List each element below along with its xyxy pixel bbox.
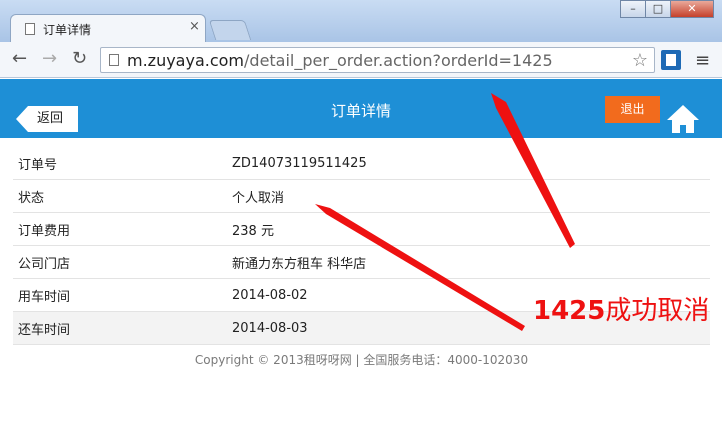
window-controls: – □ ✕ [620,0,714,20]
close-window-button[interactable]: ✕ [670,0,714,18]
detail-label: 订单费用 [13,212,232,246]
detail-value: 238 元 [232,212,710,246]
page-icon [109,54,119,66]
detail-label: 状态 [13,179,232,213]
table-row: 订单号 ZD14073119511425 [13,147,710,180]
browser-tab[interactable]: 订单详情 × [10,14,206,42]
detail-label: 订单号 [13,147,232,180]
extension-icon[interactable] [661,50,681,70]
reload-icon[interactable]: ↻ [72,48,87,69]
forward-arrow-icon[interactable]: → [42,48,57,69]
browser-toolbar: ← → ↻ m.zuyaya.com/detail_per_order.acti… [0,42,722,78]
menu-icon[interactable]: ≡ [695,50,710,71]
back-arrow-icon[interactable]: ← [12,48,27,69]
browser-titlebar: 订单详情 × – □ ✕ [0,0,722,42]
footer-copyright: Copyright © 2013租呀呀网 | 全国服务电话：4000-10203… [194,353,529,367]
address-bar[interactable]: m.zuyaya.com/detail_per_order.action?ord… [100,47,655,73]
detail-value: ZD14073119511425 [232,147,710,180]
annotation-text: 1425成功取消 [533,290,709,327]
table-row: 订单费用 238 元 [13,212,710,246]
maximize-button[interactable]: □ [645,0,671,18]
url-text: m.zuyaya.com/detail_per_order.action?ord… [127,51,553,70]
logout-button[interactable]: 退出 [605,96,660,123]
detail-label: 用车时间 [13,278,232,312]
annotation-number: 1425 [533,296,606,326]
detail-label: 还车时间 [13,311,232,345]
annotation-label: 成功取消 [605,296,710,326]
page-header: 返回 订单详情 退出 [0,79,722,138]
bookmark-star-icon[interactable]: ☆ [632,50,648,71]
minimize-button[interactable]: – [620,0,646,18]
tab-title: 订单详情 [43,23,92,37]
table-row: 状态 个人取消 [13,179,710,213]
url-host: m.zuyaya.com [127,51,245,70]
detail-value: 个人取消 [232,179,710,213]
new-tab-button[interactable] [208,20,252,40]
table-row: 公司门店 新通力东方租车 科华店 [13,245,710,279]
page-icon [25,23,35,35]
url-path: /detail_per_order.action?orderId=1425 [244,51,553,70]
home-icon[interactable] [665,103,701,135]
detail-value: 新通力东方租车 科华店 [232,245,710,279]
detail-label: 公司门店 [13,245,232,279]
tab-close-icon[interactable]: × [189,19,200,34]
